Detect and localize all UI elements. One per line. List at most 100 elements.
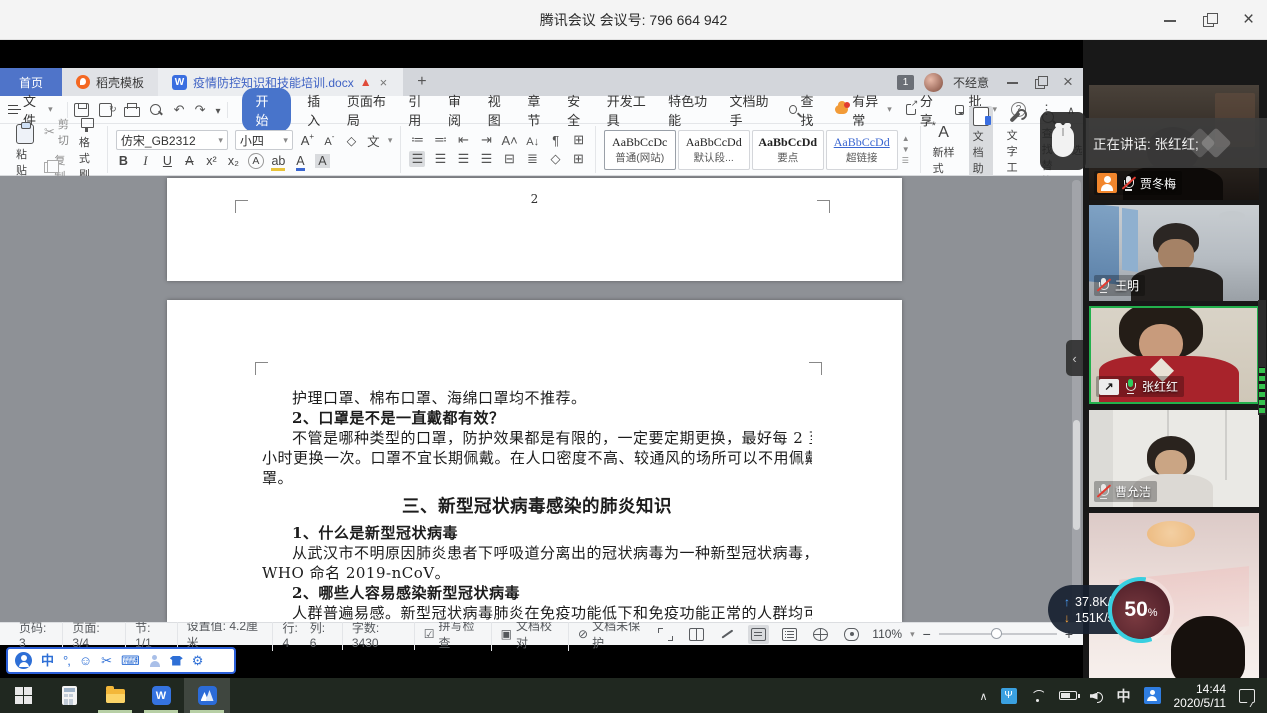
ime-language-icon[interactable]: 中 [41,654,54,667]
speaker-icon[interactable] [1090,690,1104,702]
username[interactable]: 不经意 [953,74,989,91]
document-page-3[interactable]: 护理口罩、棉布口罩、海绵口罩均不推荐。 2、口罩是不是一直戴都有效？ 不管是哪种… [167,300,902,622]
highlight-button[interactable] [271,154,286,168]
line-spacing-button[interactable] [524,151,540,167]
ime-punctuation-icon[interactable] [63,654,70,667]
undo-icon[interactable] [174,102,185,118]
document-text[interactable]: 护理口罩、棉布口罩、海绵口罩均不推荐。 2、口罩是不是一直戴都有效？ 不管是哪种… [262,388,812,622]
grow-font-button[interactable] [300,132,315,147]
menu-dev-tools[interactable]: 开发工具 [605,89,652,131]
fullscreen-view-button[interactable] [655,625,676,644]
redo-icon[interactable] [195,102,206,118]
document-canvas[interactable]: 2 护理口罩、棉布口罩、海绵口罩均不推荐。 2、口罩是不是一直戴都有效？ 不管是… [0,176,1083,622]
bullet-list-button[interactable] [409,132,425,148]
outline-view-button[interactable] [779,625,800,644]
ime-skin-icon[interactable] [170,656,183,666]
menu-insert[interactable]: 插入 [305,89,331,131]
find-button[interactable]: 查找 [789,91,822,129]
font-name-select[interactable]: 仿宋_GB2312 ▾ [116,130,228,150]
styles-scroll-up-icon[interactable]: ▲ [902,134,910,143]
print-preview-icon[interactable] [149,103,164,117]
style-normal-web[interactable]: AaBbCcDc 普通(网站) [604,130,676,170]
ime-emoji-icon[interactable] [79,654,92,667]
action-center-icon[interactable] [1239,689,1255,703]
show-marks-button[interactable] [548,133,564,148]
tab-settings-button[interactable] [571,132,587,148]
underline-button[interactable] [160,154,175,168]
phonetic-guide-button[interactable] [366,131,381,150]
style-hyperlink[interactable]: AaBbCcDd 超链接 [826,130,898,170]
wps-restore-icon[interactable] [1035,76,1047,88]
cloud-status-button[interactable]: 有异常 ▾ [835,91,891,129]
save-as-icon[interactable] [99,103,114,117]
align-left-button[interactable] [409,151,425,167]
close-icon[interactable] [1243,13,1257,27]
wps-minimize-icon[interactable] [1007,76,1019,88]
ime-logo-icon[interactable] [15,652,32,669]
numbered-list-button[interactable] [432,132,448,148]
start-button[interactable] [0,678,46,713]
web-view-button[interactable] [810,625,831,644]
font-size-select[interactable]: 小四 ▾ [235,130,293,150]
paste-button[interactable]: 粘贴 [12,121,38,179]
warning-icon[interactable]: ▲ [360,75,372,89]
eye-protect-button[interactable] [841,625,862,644]
bold-button[interactable] [116,154,131,168]
menu-doc-assistant[interactable]: 文档助手 [728,89,775,131]
superscript-button[interactable] [204,154,219,168]
minimize-icon[interactable] [1163,13,1177,27]
user-avatar[interactable] [924,73,943,92]
menu-security[interactable]: 安全 [565,89,591,131]
video-tile-participant-4[interactable]: 曹允洁 [1089,410,1259,507]
floating-percent-ball[interactable]: 50 % [1108,577,1174,643]
contacts-app-icon[interactable] [1144,687,1161,704]
subscript-button[interactable] [226,154,241,168]
taskbar-clock[interactable]: 14:44 2020/5/11 [1174,682,1227,710]
ime-account-icon[interactable] [149,655,161,667]
style-default-paragraph[interactable]: AaBbCcDd 默认段... [678,130,750,170]
wps-close-icon[interactable] [1063,76,1075,88]
align-right-button[interactable] [455,151,471,167]
increase-indent-button[interactable] [478,132,494,148]
decrease-indent-button[interactable] [455,132,471,148]
ime-indicator[interactable]: 中 [1117,686,1131,706]
menu-review[interactable]: 审阅 [446,89,472,131]
tray-expand-icon[interactable] [979,689,987,703]
ime-settings-icon[interactable] [192,654,204,667]
taskbar-wps-office[interactable]: W [138,678,184,713]
menu-special-features[interactable]: 特色功能 [666,89,713,131]
format-painter-button[interactable]: 格式刷 [75,117,99,183]
zoom-slider[interactable] [939,633,1057,635]
styles-scroll-down-icon[interactable]: ▼ [902,145,910,154]
screen-share-mouse-indicator[interactable] [1040,112,1086,170]
battery-icon[interactable] [1059,691,1077,700]
print-icon[interactable] [124,103,139,117]
styles-gallery-more-icon[interactable]: ☰ [902,156,910,165]
scrollbar-thumb[interactable] [1073,420,1080,530]
taskbar-file-explorer[interactable] [92,678,138,713]
cut-button[interactable]: 剪切 [44,116,69,148]
text-effects-button[interactable] [248,153,264,169]
zoom-value[interactable]: 110% [872,627,902,641]
usb-device-icon[interactable] [1001,688,1017,704]
document-page-2[interactable]: 2 [167,178,902,281]
tab-docer[interactable]: 稻壳模板 [62,68,158,96]
clear-format-button[interactable] [344,133,359,148]
ime-clip-icon[interactable] [101,654,112,667]
save-icon[interactable] [74,103,89,117]
restore-icon[interactable] [1203,13,1217,27]
paragraph-shading-button[interactable] [547,151,563,167]
status-protection[interactable]: 文档未保护 [569,617,655,651]
document-scrollbar[interactable] [1072,180,1081,618]
menu-start[interactable]: 开始 [242,88,292,132]
distribute-button[interactable] [501,151,517,167]
new-style-button[interactable]: 新样式 [929,123,959,177]
shrink-font-button[interactable] [322,132,337,147]
video-tile-participant-3-speaking[interactable]: 张红红 [1089,306,1259,404]
style-emphasis[interactable]: AaBbCcDd 要点 [752,130,824,170]
doc-count-badge[interactable]: 1 [897,75,914,90]
status-spellcheck[interactable]: 拼写检查 [415,617,492,651]
sort-button[interactable] [525,133,541,148]
video-tile-participant-2[interactable]: 王明 [1089,205,1259,301]
zoom-out-button[interactable]: − [923,626,931,642]
